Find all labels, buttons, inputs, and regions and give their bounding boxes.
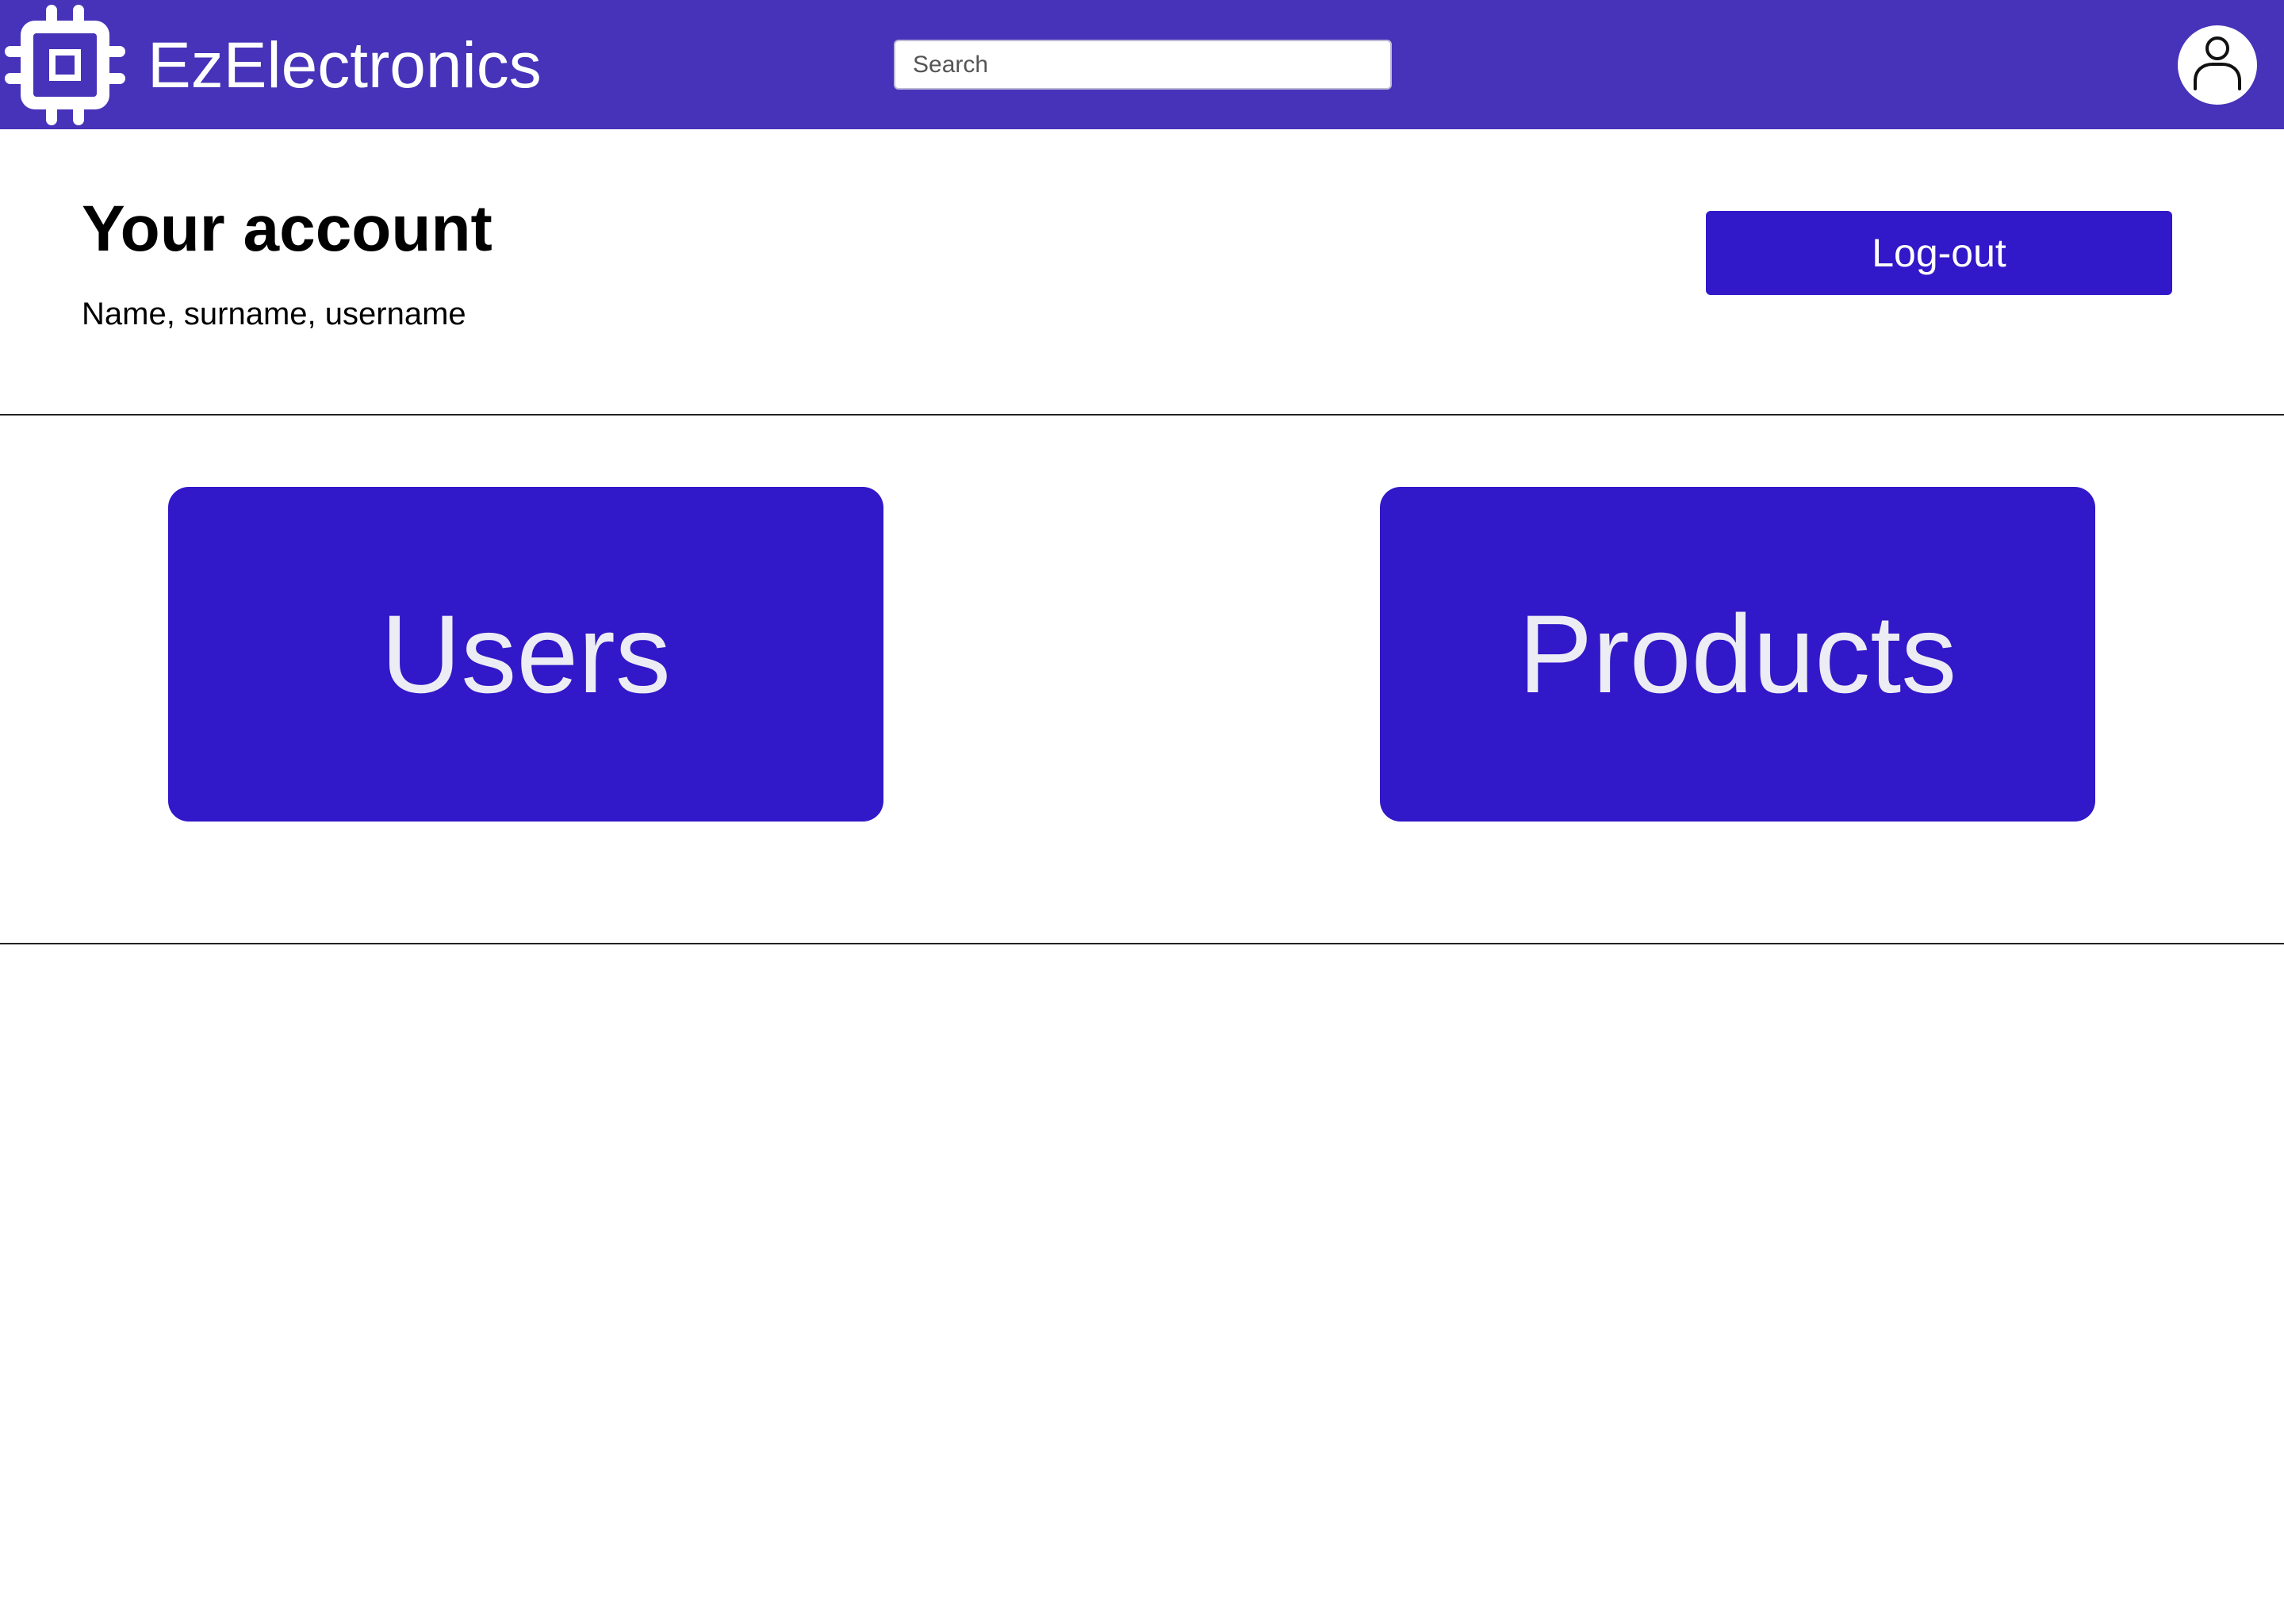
account-details: Name, surname, username [82, 297, 466, 331]
page: EzElectronics Your account Name, surname… [0, 0, 2284, 1624]
section-divider [0, 943, 2284, 944]
top-navbar: EzElectronics [0, 0, 2284, 129]
cpu-chip-icon[interactable] [5, 5, 125, 125]
products-tile-button[interactable]: Products [1380, 487, 2095, 822]
app-title[interactable]: EzElectronics [148, 22, 542, 109]
logout-button[interactable]: Log-out [1706, 211, 2172, 295]
page-title: Your account [82, 193, 492, 265]
section-divider [0, 414, 2284, 416]
user-icon [2194, 36, 2241, 90]
user-avatar[interactable] [2178, 25, 2257, 105]
users-tile-button[interactable]: Users [168, 487, 883, 822]
search-input[interactable] [894, 40, 1392, 90]
